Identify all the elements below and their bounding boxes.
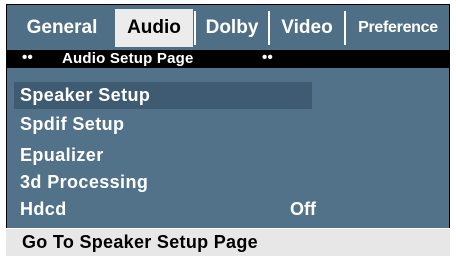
menu-item-hdcd[interactable]: Hdcd xyxy=(20,196,67,223)
tab-audio[interactable]: Audio xyxy=(115,9,193,47)
status-bar: Go To Speaker Setup Page xyxy=(6,229,450,256)
tab-dolby[interactable]: Dolby xyxy=(198,9,266,47)
menu-item-speaker-setup[interactable]: Speaker Setup xyxy=(14,82,312,109)
tab-bar: General Audio Dolby Video Preference xyxy=(6,4,450,50)
header-right-marker: •• xyxy=(262,49,273,66)
page-header: •• Audio Setup Page •• xyxy=(6,49,450,68)
hdcd-value: Off xyxy=(290,199,316,219)
tab-video[interactable]: Video xyxy=(272,9,342,47)
tab-divider xyxy=(268,11,270,45)
menu-item-epualizer[interactable]: Epualizer xyxy=(20,142,104,169)
menu-item-spdif-setup[interactable]: Spdif Setup xyxy=(20,111,124,138)
tab-divider xyxy=(344,11,346,45)
menu-item-3d-processing[interactable]: 3d Processing xyxy=(20,169,148,196)
tab-preference[interactable]: Preference xyxy=(348,9,448,47)
setup-menu-window: General Audio Dolby Video Preference •• … xyxy=(6,4,450,256)
page-title: Audio Setup Page xyxy=(62,50,194,67)
tab-divider xyxy=(194,11,196,45)
tab-general[interactable]: General xyxy=(13,9,111,47)
header-left-marker: •• xyxy=(22,49,33,66)
menu-panel: Speaker Setup Spdif Setup Epualizer 3d P… xyxy=(6,68,450,228)
